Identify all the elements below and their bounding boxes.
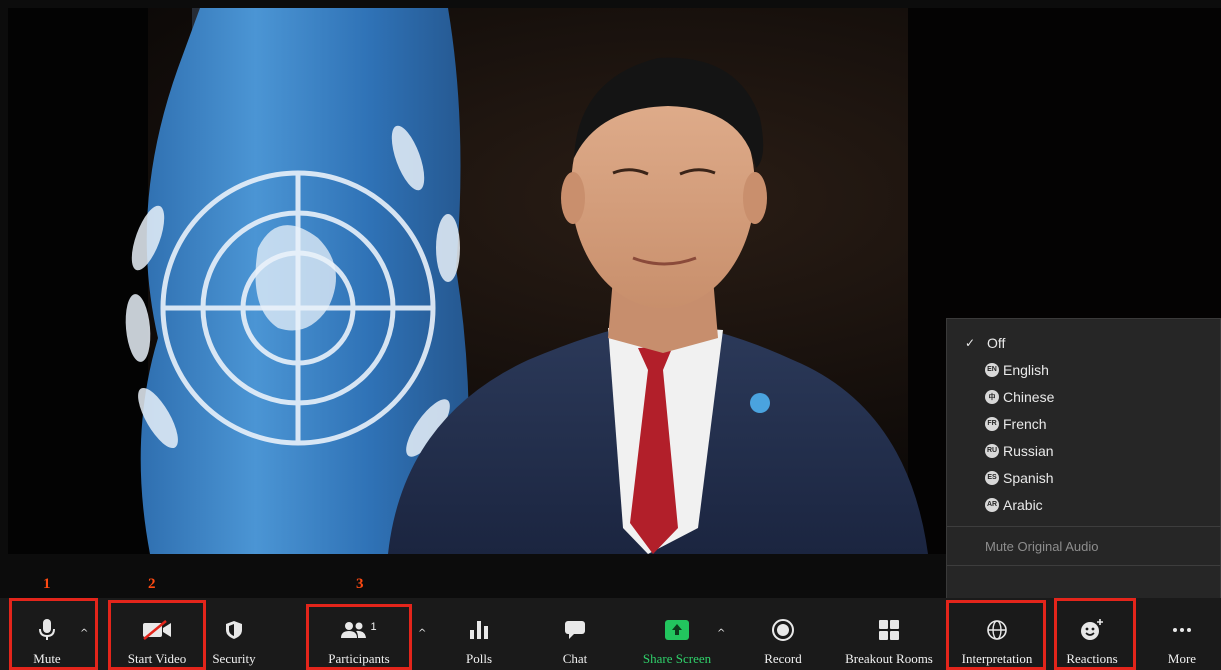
interpretation-menu: ✓ Off EN English 中 Chinese FR French RU … <box>946 318 1221 600</box>
share-screen-label: Share Screen <box>642 651 712 666</box>
highlight-box-2 <box>108 600 206 670</box>
language-label: Russian <box>1003 442 1054 459</box>
language-badge-icon: EN <box>985 362 999 377</box>
language-badge-icon: FR <box>985 416 999 431</box>
polls-button[interactable]: Polls <box>454 598 504 670</box>
highlight-box-3 <box>306 604 412 670</box>
menu-item-off-label: Off <box>987 334 1006 351</box>
security-label: Security <box>212 651 256 666</box>
language-label: French <box>1003 415 1047 432</box>
menu-divider <box>947 526 1221 527</box>
shield-icon <box>225 619 243 641</box>
highlight-box-4 <box>946 600 1046 670</box>
mute-original-audio-option[interactable]: Mute Original Audio <box>985 539 1098 554</box>
menu-item-spanish[interactable]: ES Spanish <box>947 464 1221 491</box>
highlight-box-1 <box>9 598 98 670</box>
share-screen-options-chevron-up-icon[interactable]: ^ <box>717 628 725 639</box>
participants-options-chevron-up-icon[interactable]: ^ <box>418 628 426 639</box>
language-label: Chinese <box>1003 388 1055 405</box>
language-badge-icon: AR <box>985 497 999 512</box>
ellipsis-icon <box>1172 619 1192 641</box>
language-badge-icon: RU <box>985 443 999 458</box>
record-label: Record <box>764 651 802 666</box>
chat-bubble-icon <box>565 619 585 641</box>
menu-item-arabic[interactable]: AR Arabic <box>947 491 1221 518</box>
menu-item-chinese[interactable]: 中 Chinese <box>947 383 1221 410</box>
language-label: Arabic <box>1003 496 1043 513</box>
highlight-box-5 <box>1054 598 1136 670</box>
more-button[interactable]: More <box>1160 598 1204 670</box>
language-badge-icon: ES <box>985 470 999 485</box>
menu-item-french[interactable]: FR French <box>947 410 1221 437</box>
menu-item-off[interactable]: ✓ Off <box>947 329 1221 356</box>
language-badge-icon: 中 <box>985 389 999 404</box>
annotation-number-1: 1 <box>43 576 51 592</box>
polls-label: Polls <box>465 651 492 666</box>
more-label: More <box>1167 651 1197 666</box>
grid-icon <box>879 619 899 641</box>
bar-chart-icon <box>470 619 488 641</box>
language-label: English <box>1003 361 1049 378</box>
menu-item-russian[interactable]: RU Russian <box>947 437 1221 464</box>
breakout-rooms-button[interactable]: Breakout Rooms <box>836 598 942 670</box>
chat-button[interactable]: Chat <box>550 598 600 670</box>
chat-label: Chat <box>562 651 588 666</box>
zoom-meeting-window: 1 2 3 4 5 ✓ Off EN English 中 Chinese FR … <box>0 0 1221 670</box>
breakout-rooms-label: Breakout Rooms <box>845 651 933 666</box>
annotation-number-3: 3 <box>356 576 364 592</box>
menu-divider <box>947 565 1221 566</box>
record-icon <box>772 619 794 641</box>
share-screen-button[interactable]: Share Screen <box>632 598 722 670</box>
menu-item-english[interactable]: EN English <box>947 356 1221 383</box>
annotation-number-2: 2 <box>148 576 156 592</box>
security-button[interactable]: Security <box>204 598 264 670</box>
share-arrow-icon <box>665 619 689 641</box>
language-label: Spanish <box>1003 469 1054 486</box>
record-button[interactable]: Record <box>755 598 811 670</box>
checkmark-icon: ✓ <box>965 335 976 350</box>
